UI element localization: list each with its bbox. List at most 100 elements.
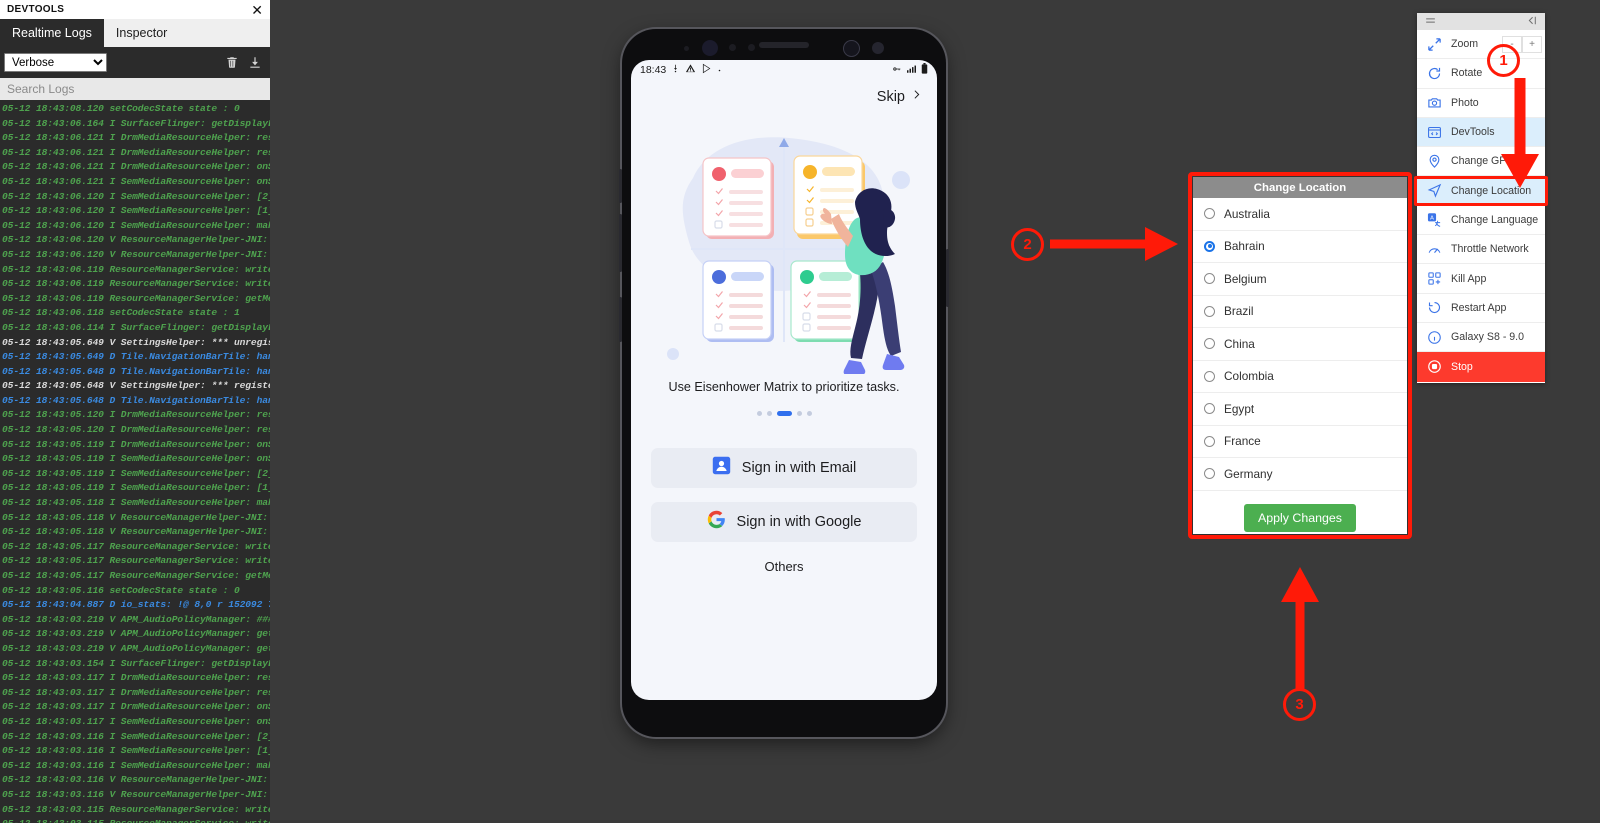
log-list[interactable]: 05-12 18:43:08.120 setCodecState state :…	[0, 100, 270, 823]
toolbar-item-change-language[interactable]: A Change Language	[1417, 206, 1545, 236]
toolbar-item-label: Zoom	[1451, 38, 1479, 51]
usb-icon	[671, 63, 680, 77]
status-bar-right	[891, 63, 928, 77]
log-row: 05-12 18:43:05.648 D Tile.NavigationBarT…	[2, 365, 270, 377]
log-row: 05-12 18:43:05.117 ResourceManagerServic…	[2, 570, 270, 581]
log-row: 05-12 18:43:06.120 I SemMediaResourceHel…	[2, 205, 270, 217]
annotation-marker-1: 1	[1487, 44, 1520, 77]
toolbar-item-label: Change GPS	[1451, 155, 1514, 168]
bixby-button[interactable]	[619, 297, 622, 342]
log-row: 05-12 18:43:05.120 I DrmMediaResourceHel…	[2, 424, 270, 436]
onboarding-illustration	[631, 106, 937, 375]
tab-realtime-logs[interactable]: Realtime Logs	[0, 19, 104, 47]
toolbar-item-galaxy-s8-9-0[interactable]: Galaxy S8 - 9.0	[1417, 323, 1545, 353]
log-row: 05-12 18:43:03.116 I SemMediaResourceHel…	[2, 730, 270, 742]
play-store-icon	[701, 63, 712, 77]
pager-dot-active[interactable]	[776, 411, 792, 416]
log-row: 05-12 18:43:05.118 V ResourceManagerHelp…	[2, 526, 270, 538]
log-row: 05-12 18:43:05.648 D Tile.NavigationBarT…	[2, 394, 270, 406]
log-row: 05-12 18:43:06.119 ResourceManagerServic…	[2, 292, 270, 304]
vpn-key-icon	[891, 64, 903, 77]
log-row: 05-12 18:43:03.115 ResourceManagerServic…	[0, 817, 270, 823]
power-button[interactable]	[946, 249, 949, 307]
log-row: 05-12 18:43:03.117 I DrmMediaResourceHel…	[2, 672, 270, 684]
rotate-icon	[1427, 66, 1442, 81]
sensor-dot	[684, 46, 689, 51]
log-row: 05-12 18:43:05.119 I SemMediaResourceHel…	[2, 467, 270, 479]
log-row: 05-12 18:43:03.117 I DrmMediaResourceHel…	[2, 686, 270, 698]
camera-icon	[1427, 95, 1442, 110]
toolbar-item-change-location[interactable]: Change Location	[1417, 176, 1545, 206]
earpiece-speaker	[759, 42, 809, 48]
onboarding-caption: Use Eisenhower Matrix to prioritize task…	[668, 380, 900, 394]
dot-icon	[717, 64, 722, 76]
log-row: 05-12 18:43:06.120 I SemMediaResourceHel…	[2, 219, 270, 231]
download-icon[interactable]	[248, 55, 262, 70]
toolbar-item-photo[interactable]: Photo	[1417, 89, 1545, 118]
log-row: 05-12 18:43:05.117 ResourceManagerServic…	[2, 555, 270, 567]
collapse-left-icon[interactable]	[1525, 14, 1538, 30]
log-row: 05-12 18:43:03.116 I SemMediaResourceHel…	[2, 759, 270, 771]
toolbar-item-restart-app[interactable]: Restart App	[1417, 294, 1545, 323]
toolbar-item-rotate[interactable]: Rotate	[1417, 59, 1545, 89]
pager-dot[interactable]	[806, 411, 812, 416]
devtools-tabs: Realtime Logs Inspector	[0, 19, 270, 47]
signal-bars-icon	[907, 64, 917, 77]
sign-in-with-google-label: Sign in with Google	[736, 514, 862, 530]
log-row: 05-12 18:43:05.120 I DrmMediaResourceHel…	[2, 409, 270, 421]
pager-dot[interactable]	[796, 411, 802, 416]
signin-section: Sign in with Email Sign in with Google O…	[631, 416, 937, 574]
log-row: 05-12 18:43:05.116 setCodecState state :…	[2, 584, 240, 596]
log-row: 05-12 18:43:06.121 I SemMediaResourceHel…	[2, 175, 270, 187]
pager-dot[interactable]	[756, 411, 762, 416]
sign-in-with-email-button[interactable]: Sign in with Email	[651, 448, 917, 488]
log-row: 05-12 18:43:06.118 setCodecState state :…	[2, 307, 240, 319]
iris-scanner-icon	[843, 40, 860, 57]
log-row: 05-12 18:43:05.649 V SettingsHelper: ***…	[2, 336, 270, 348]
toolbar-item-change-gps[interactable]: Change GPS	[1417, 147, 1545, 177]
toolbar-item-list[interactable]: Zoom - + Rotate Photo DevTools Change GPS Chang…	[1417, 30, 1545, 382]
log-row: 05-12 18:43:05.119 I SemMediaResourceHel…	[2, 482, 270, 494]
pager-dot[interactable]	[766, 411, 772, 416]
toolbar-item-zoom[interactable]: Zoom - +	[1417, 30, 1545, 60]
toolbar-item-devtools[interactable]: DevTools	[1417, 117, 1545, 148]
trash-icon[interactable]	[225, 55, 239, 70]
warning-triangle-icon	[685, 63, 696, 77]
others-link[interactable]: Others	[651, 559, 917, 574]
skip-row[interactable]: Skip	[631, 80, 937, 106]
zoom-expand-icon	[1427, 37, 1442, 52]
zoom-in-button[interactable]: +	[1522, 35, 1542, 53]
toolbar-item-label: Throttle Network	[1451, 243, 1529, 256]
toolbar-header	[1417, 13, 1545, 30]
log-row: 05-12 18:43:03.117 I SemMediaResourceHel…	[2, 715, 270, 727]
volume-up-button[interactable]	[619, 169, 622, 203]
toolbar-item-stop[interactable]: Stop	[1417, 352, 1545, 382]
volume-down-button[interactable]	[619, 214, 622, 272]
tab-inspector[interactable]: Inspector	[104, 19, 179, 47]
close-icon[interactable]: ✕	[251, 3, 263, 17]
log-row: 05-12 18:43:06.114 I SurfaceFlinger: get…	[2, 321, 270, 333]
sensor-dot	[729, 44, 736, 51]
sign-in-with-google-button[interactable]: Sign in with Google	[651, 502, 917, 542]
device-toolbar: Zoom - + Rotate Photo DevTools Change GPS Chang…	[1417, 13, 1545, 383]
log-level-select[interactable]: Verbose	[4, 53, 107, 72]
hamburger-icon[interactable]	[1424, 14, 1437, 30]
log-row: 05-12 18:43:05.118 V ResourceManagerHelp…	[2, 511, 270, 523]
search-logs-field[interactable]	[0, 78, 270, 100]
log-row: 05-12 18:43:05.119 I DrmMediaResourceHel…	[2, 438, 270, 450]
battery-icon	[921, 63, 928, 77]
toolbar-item-label: Change Language	[1451, 213, 1539, 226]
toolbar-item-label: Change Location	[1451, 184, 1532, 197]
map-pin-icon	[1427, 154, 1442, 169]
log-row: 05-12 18:43:03.154 I SurfaceFlinger: get…	[2, 657, 270, 669]
android-status-bar: 18:43	[631, 60, 937, 80]
log-row: 05-12 18:43:03.117 I DrmMediaResourceHel…	[2, 701, 270, 713]
search-input[interactable]	[7, 82, 270, 96]
screenshot-root: DEVTOOLS ✕ Realtime Logs Inspector Verbo…	[0, 0, 1600, 823]
log-row: 05-12 18:43:05.119 I SemMediaResourceHel…	[2, 453, 270, 465]
log-row: 05-12 18:43:06.120 V ResourceManagerHelp…	[2, 248, 270, 260]
chevron-right-icon	[910, 88, 923, 106]
toolbar-item-throttle-network[interactable]: Throttle Network	[1417, 235, 1545, 265]
log-row: 05-12 18:43:06.120 I SemMediaResourceHel…	[2, 190, 270, 202]
toolbar-item-kill-app[interactable]: Kill App	[1417, 264, 1545, 294]
